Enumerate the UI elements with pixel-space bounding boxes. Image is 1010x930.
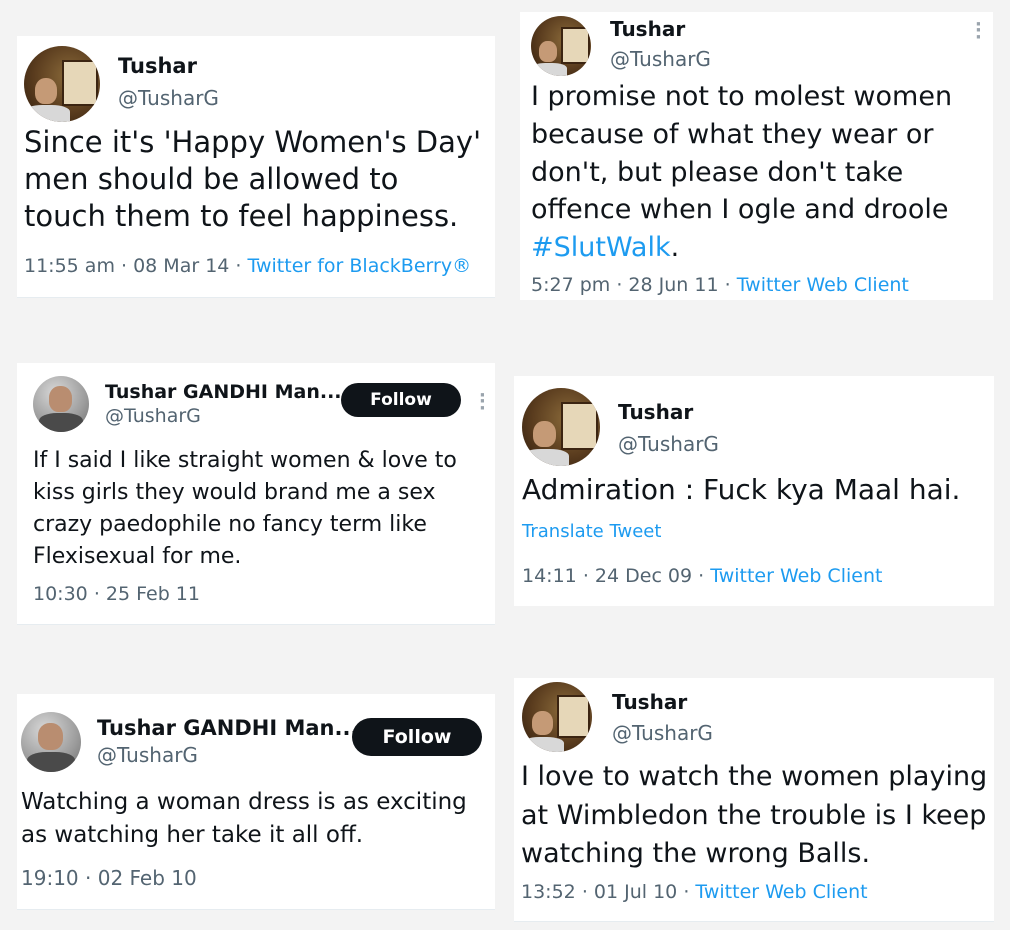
more-vertical-icon[interactable]: · · · bbox=[975, 16, 982, 46]
tweet-meta: 19:10 · 02 Feb 10 bbox=[21, 866, 197, 890]
author-name[interactable]: Tushar bbox=[618, 400, 693, 424]
hashtag-link[interactable]: #SlutWalk bbox=[531, 232, 671, 263]
tweet-text: Admiration : Fuck kya Maal hai. bbox=[522, 473, 961, 506]
tweet-source-link[interactable]: Twitter Web Client bbox=[695, 881, 867, 903]
author-name[interactable]: Tushar bbox=[610, 17, 685, 41]
avatar[interactable] bbox=[531, 16, 591, 76]
separator: · bbox=[582, 565, 589, 587]
tweet-card[interactable]: Tushar @TusharG Since it's 'Happy Women'… bbox=[17, 36, 495, 298]
separator: · bbox=[683, 881, 690, 903]
follow-button[interactable]: Follow bbox=[352, 718, 482, 756]
avatar[interactable] bbox=[21, 712, 81, 772]
author-handle[interactable]: @TusharG bbox=[610, 47, 711, 71]
translate-tweet-link[interactable]: Translate Tweet bbox=[522, 521, 661, 542]
divider bbox=[514, 921, 994, 922]
tweet-time[interactable]: 11:55 am bbox=[24, 255, 115, 277]
author-name[interactable]: Tushar bbox=[612, 690, 687, 714]
divider bbox=[17, 297, 495, 298]
tweet-text: Watching a woman dress is as exciting as… bbox=[21, 789, 467, 848]
avatar[interactable] bbox=[522, 682, 592, 752]
author-handle[interactable]: @TusharG bbox=[618, 432, 719, 456]
more-vertical-icon[interactable]: · · · bbox=[479, 387, 486, 417]
tweet-text: I love to watch the women playing at Wim… bbox=[521, 761, 988, 870]
avatar[interactable] bbox=[24, 46, 100, 122]
avatar[interactable] bbox=[33, 376, 89, 432]
separator: · bbox=[616, 274, 623, 296]
tweet-source-link[interactable]: Twitter Web Client bbox=[710, 565, 882, 587]
tweet-time[interactable]: 10:30 bbox=[33, 583, 88, 605]
tweet-source-link[interactable]: Twitter Web Client bbox=[737, 274, 909, 296]
tweet-date[interactable]: 08 Mar 14 bbox=[133, 255, 229, 277]
author-name[interactable]: Tushar GANDHI Man... bbox=[97, 716, 358, 740]
tweet-text-end: . bbox=[670, 232, 680, 264]
tweet-date[interactable]: 25 Feb 11 bbox=[106, 583, 200, 605]
tweet-card[interactable]: Tushar @TusharG I love to watch the wome… bbox=[514, 678, 994, 922]
avatar[interactable] bbox=[522, 388, 600, 466]
tweet-date[interactable]: 02 Feb 10 bbox=[98, 866, 197, 890]
separator: · bbox=[698, 565, 705, 587]
tweet-time[interactable]: 19:10 bbox=[21, 866, 79, 890]
follow-button[interactable]: Follow bbox=[341, 383, 461, 417]
tweet-text: I promise not to molest women because of… bbox=[531, 78, 981, 267]
tweet-meta: 5:27 pm · 28 Jun 11 · Twitter Web Client bbox=[531, 274, 909, 296]
tweet-meta: 11:55 am · 08 Mar 14 · Twitter for Black… bbox=[24, 255, 471, 277]
tweet-card[interactable]: Tushar GANDHI Man... @TusharG Follow · · ·… bbox=[17, 363, 495, 625]
tweet-text: Since it's 'Happy Women's Day' men shoul… bbox=[24, 125, 482, 234]
divider bbox=[17, 624, 495, 625]
tweet-time[interactable]: 5:27 pm bbox=[531, 274, 610, 296]
tweet-time[interactable]: 13:52 bbox=[521, 881, 576, 903]
separator: · bbox=[93, 583, 100, 605]
separator: · bbox=[724, 274, 731, 296]
separator: · bbox=[85, 866, 92, 890]
tweet-meta: 13:52 · 01 Jul 10 · Twitter Web Client bbox=[521, 881, 868, 903]
tweet-card[interactable]: Tushar @TusharG · · · I promise not to mol… bbox=[520, 12, 993, 300]
tweet-source-link[interactable]: Twitter for BlackBerry® bbox=[248, 255, 472, 277]
divider bbox=[17, 909, 495, 910]
tweet-card[interactable]: Tushar GANDHI Man... @TusharG Follow Wat… bbox=[17, 694, 495, 910]
author-handle[interactable]: @TusharG bbox=[118, 86, 219, 110]
tweet-meta: 14:11 · 24 Dec 09 · Twitter Web Client bbox=[522, 565, 882, 587]
tweet-meta: 10:30 · 25 Feb 11 bbox=[33, 583, 200, 605]
separator: · bbox=[581, 881, 588, 903]
tweet-time[interactable]: 14:11 bbox=[522, 565, 577, 587]
author-handle[interactable]: @TusharG bbox=[612, 721, 713, 745]
author-name[interactable]: Tushar GANDHI Man... bbox=[105, 381, 342, 403]
separator: · bbox=[235, 255, 242, 277]
tweet-card[interactable]: Tushar @TusharG Admiration : Fuck kya Ma… bbox=[514, 376, 994, 606]
author-name[interactable]: Tushar bbox=[118, 54, 197, 78]
author-handle[interactable]: @TusharG bbox=[105, 405, 201, 427]
tweet-date[interactable]: 28 Jun 11 bbox=[628, 274, 718, 296]
tweet-date[interactable]: 24 Dec 09 bbox=[595, 565, 692, 587]
author-handle[interactable]: @TusharG bbox=[97, 743, 198, 767]
tweet-date[interactable]: 01 Jul 10 bbox=[594, 881, 677, 903]
tweet-text: If I said I like straight women & love t… bbox=[33, 448, 457, 570]
tweet-text-body: I promise not to molest women because of… bbox=[531, 81, 953, 226]
separator: · bbox=[121, 255, 128, 277]
